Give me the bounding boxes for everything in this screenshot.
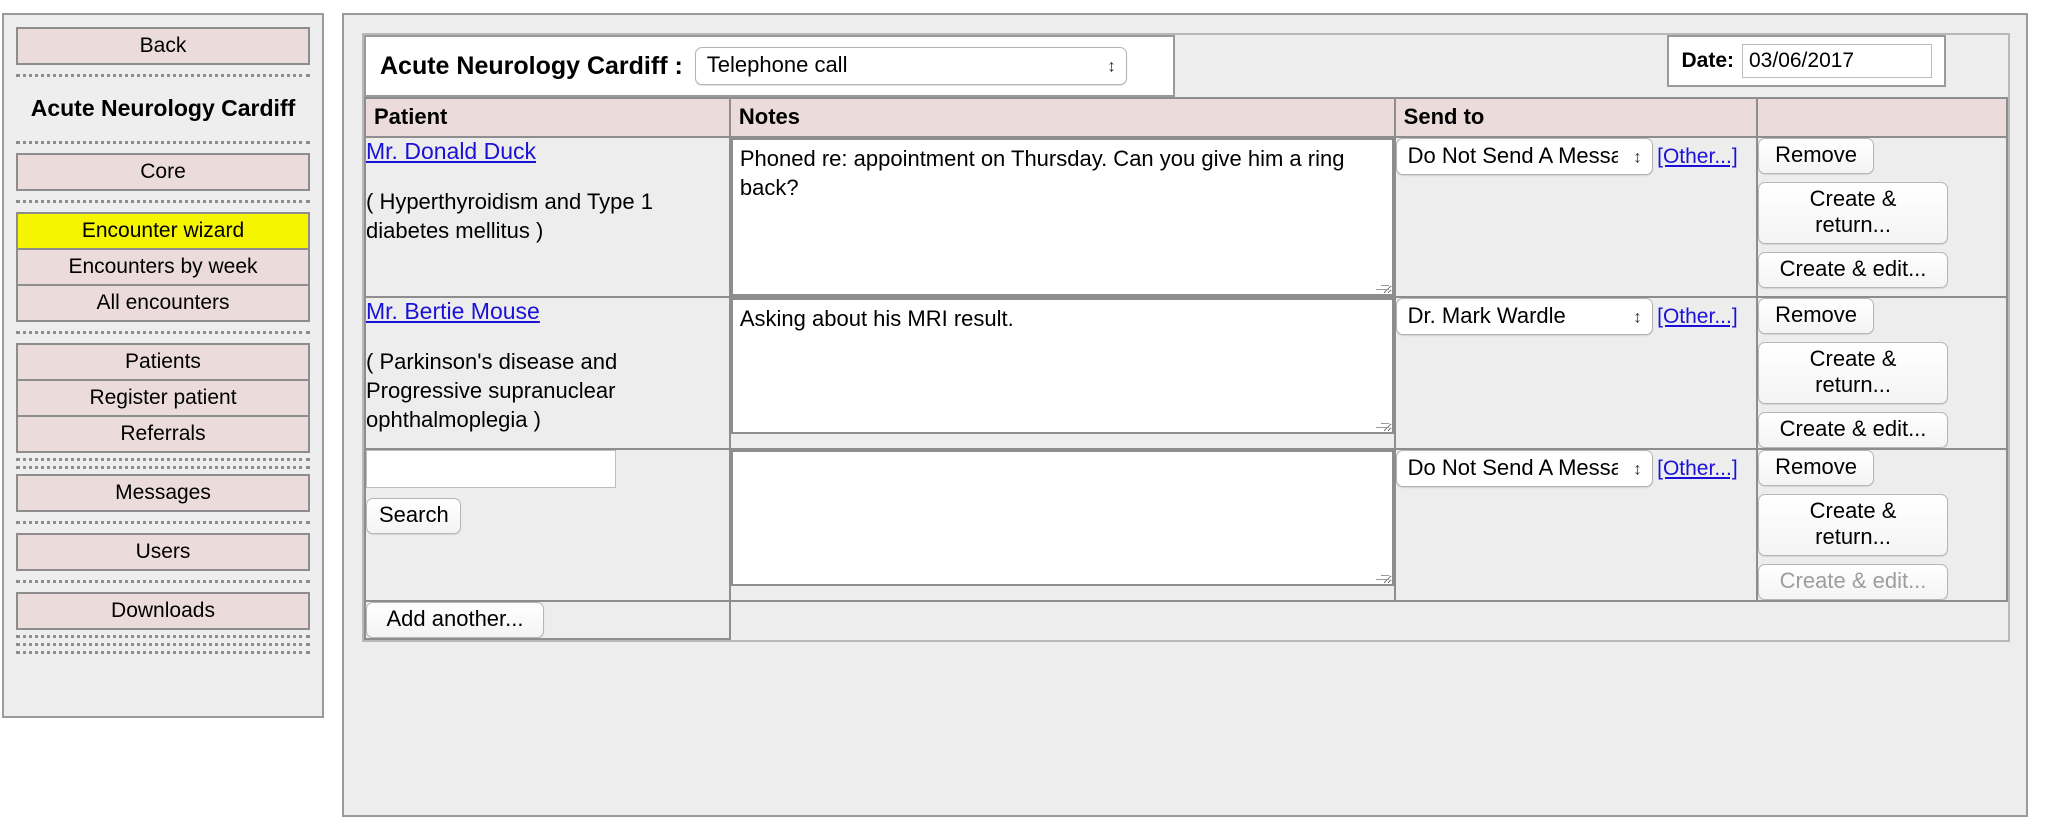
sidebar-divider — [16, 521, 310, 524]
table-header-row: Patient Notes Send to — [364, 97, 2008, 138]
form-header: Acute Neurology Cardiff : Telephone call… — [364, 35, 2008, 97]
create-and-return-button[interactable]: Create & return... — [1758, 182, 1949, 244]
create-and-return-button[interactable]: Create & return... — [1758, 494, 1949, 556]
remove-button[interactable]: Remove — [1758, 298, 1875, 334]
actions-cell: Remove Create & return... Create & edit.… — [1756, 136, 2008, 298]
date-box: Date: — [1667, 35, 1946, 87]
notes-textarea[interactable] — [730, 450, 1394, 586]
create-and-edit-button: Create & edit... — [1758, 564, 1949, 600]
sidebar-item-downloads[interactable]: Downloads — [16, 592, 310, 630]
patient-link[interactable]: Mr. Donald Duck — [366, 138, 536, 165]
footer-spacer — [1757, 601, 2007, 639]
sidebar-divider — [16, 331, 310, 334]
add-another-button[interactable]: Add another... — [366, 602, 544, 638]
send-to-select-wrap: Do Not Send A Message ↕ — [1395, 138, 1653, 176]
send-to-cell: Dr. Mark Wardle ↕ [Other...] — [1393, 296, 1759, 450]
notes-cell: Phoned re: appointment on Thursday. Can … — [728, 136, 1396, 298]
notes-wrapper: Phoned re: appointment on Thursday. Can … — [730, 138, 1394, 296]
patient-diagnosis: ( Hyperthyroidism and Type 1 diabetes me… — [366, 189, 653, 244]
sidebar-divider — [16, 580, 310, 583]
actions-cell: Remove Create & return... Create & edit.… — [1756, 448, 2008, 602]
encounters-table: Patient Notes Send to Mr. Donald Duck ( … — [364, 97, 2008, 640]
sidebar-divider — [16, 458, 310, 461]
sidebar-group-encounters: Encounter wizard Encounters by week All … — [16, 212, 310, 322]
create-and-edit-button[interactable]: Create & edit... — [1758, 412, 1949, 448]
main-panel: Acute Neurology Cardiff : Telephone call… — [342, 13, 2028, 817]
table-row: Search Do Not Send A Message ↕ [Other...… — [364, 448, 2008, 602]
sidebar-item-encounter-wizard[interactable]: Encounter wizard — [16, 212, 310, 250]
table-row: Mr. Bertie Mouse ( Parkinson's disease a… — [364, 296, 2008, 450]
encounter-type-box: Acute Neurology Cardiff : Telephone call… — [364, 35, 1175, 97]
sidebar-group-patients: Patients Register patient Referrals — [16, 343, 310, 453]
footer-spacer — [729, 601, 1395, 639]
patient-diagnosis: ( Parkinson's disease and Progressive su… — [366, 349, 618, 433]
column-header-patient: Patient — [364, 97, 731, 138]
date-label: Date: — [1681, 49, 1734, 72]
notes-textarea[interactable]: Asking about his MRI result. — [730, 298, 1394, 434]
form-container: Acute Neurology Cardiff : Telephone call… — [362, 33, 2010, 642]
patient-link[interactable]: Mr. Bertie Mouse — [366, 298, 540, 325]
remove-button[interactable]: Remove — [1758, 450, 1875, 486]
sidebar-divider — [16, 141, 310, 144]
search-button[interactable]: Search — [366, 498, 461, 534]
other-recipient-link[interactable]: [Other...] — [1657, 305, 1738, 329]
notes-cell — [728, 448, 1396, 602]
sidebar-divider — [16, 635, 310, 638]
sidebar-item-all-encounters[interactable]: All encounters — [16, 286, 310, 322]
sidebar-group-downloads: Downloads — [16, 592, 310, 630]
sidebar-group-users: Users — [16, 533, 310, 571]
create-and-edit-button[interactable]: Create & edit... — [1758, 252, 1949, 288]
table-row: Mr. Donald Duck ( Hyperthyroidism and Ty… — [364, 136, 2008, 298]
notes-wrapper — [730, 450, 1394, 586]
notes-cell: Asking about his MRI result. — [728, 296, 1396, 450]
encounter-type-select[interactable]: Telephone call — [694, 47, 1127, 85]
send-to-select[interactable]: Do Not Send A Message — [1395, 138, 1653, 176]
create-and-return-button[interactable]: Create & return... — [1758, 342, 1949, 404]
send-to-select-wrap: Do Not Send A Message ↕ — [1395, 450, 1653, 488]
patient-cell: Mr. Donald Duck ( Hyperthyroidism and Ty… — [364, 136, 731, 298]
send-to-select[interactable]: Dr. Mark Wardle — [1395, 298, 1653, 336]
remove-button[interactable]: Remove — [1758, 138, 1875, 174]
patient-search-cell: Search — [364, 448, 731, 602]
sidebar-item-register-patient[interactable]: Register patient — [16, 381, 310, 417]
other-recipient-link[interactable]: [Other...] — [1657, 457, 1738, 481]
sidebar-item-back[interactable]: Back — [16, 27, 310, 65]
add-another-cell: Add another... — [364, 600, 731, 640]
encounter-type-select-wrap: Telephone call ↕ — [694, 47, 1127, 85]
sidebar-item-users[interactable]: Users — [16, 533, 310, 571]
sidebar: Back Acute Neurology Cardiff Core Encoun… — [2, 13, 324, 718]
send-to-select-wrap: Dr. Mark Wardle ↕ — [1395, 298, 1653, 336]
table-footer-row: Add another... — [364, 600, 2007, 640]
sidebar-group-core: Core — [16, 153, 310, 191]
sidebar-group-messages: Messages — [16, 474, 310, 512]
column-header-notes: Notes — [728, 97, 1396, 138]
sidebar-divider — [16, 643, 310, 646]
sidebar-item-core[interactable]: Core — [16, 153, 310, 191]
sidebar-project-title: Acute Neurology Cardiff — [30, 95, 296, 121]
sidebar-item-referrals[interactable]: Referrals — [16, 417, 310, 453]
patient-cell: Mr. Bertie Mouse ( Parkinson's disease a… — [364, 296, 731, 450]
sidebar-divider — [16, 200, 310, 203]
date-input[interactable] — [1742, 44, 1932, 78]
sidebar-item-messages[interactable]: Messages — [16, 474, 310, 512]
actions-cell: Remove Create & return... Create & edit.… — [1756, 296, 2008, 450]
send-to-cell: Do Not Send A Message ↕ [Other...] — [1393, 136, 1759, 298]
sidebar-item-encounters-by-week[interactable]: Encounters by week — [16, 250, 310, 286]
sidebar-divider — [16, 74, 310, 77]
notes-wrapper: Asking about his MRI result. — [730, 298, 1394, 434]
column-header-actions — [1756, 97, 2008, 138]
sidebar-item-patients[interactable]: Patients — [16, 343, 310, 381]
app-root: Back Acute Neurology Cardiff Core Encoun… — [0, 0, 2046, 830]
footer-spacer — [1394, 601, 1758, 639]
page-title: Acute Neurology Cardiff : — [380, 51, 683, 80]
sidebar-divider — [16, 651, 310, 654]
notes-textarea[interactable]: Phoned re: appointment on Thursday. Can … — [730, 138, 1394, 296]
column-header-send-to: Send to — [1393, 97, 1759, 138]
sidebar-group-back: Back — [16, 27, 310, 65]
send-to-cell: Do Not Send A Message ↕ [Other...] — [1393, 448, 1759, 602]
other-recipient-link[interactable]: [Other...] — [1657, 145, 1738, 169]
sidebar-divider — [16, 466, 310, 469]
send-to-select[interactable]: Do Not Send A Message — [1395, 450, 1653, 488]
patient-search-input[interactable] — [366, 450, 616, 488]
